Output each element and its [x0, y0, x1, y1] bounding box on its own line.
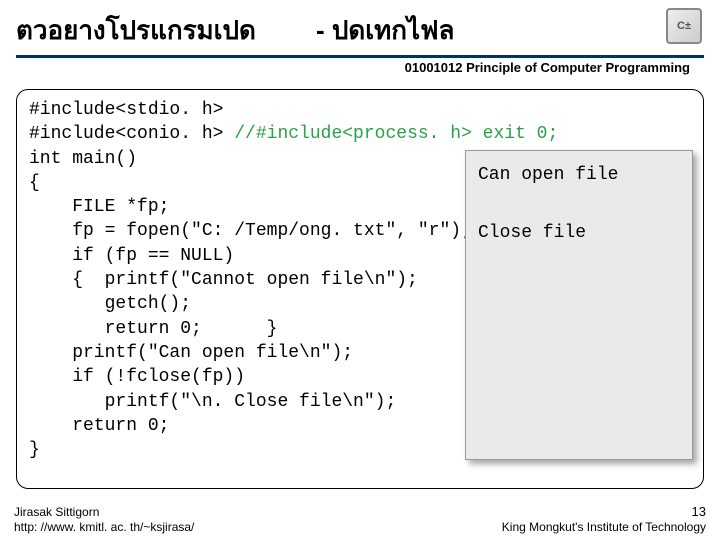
logo-text: C± — [677, 20, 691, 32]
code-text: #include<conio. h> — [29, 124, 234, 144]
code-comment: //#include<process. h> exit 0; — [234, 124, 558, 144]
slide-footer: Jirasak Sittigorn http: //www. kmitl. ac… — [0, 504, 720, 536]
output-box: Can open file Close file — [465, 150, 693, 460]
author-name: Jirasak Sittigorn — [14, 505, 194, 521]
logo-icon: C± — [666, 8, 702, 44]
title-right: - ปดเทกไฟล — [316, 10, 454, 51]
title-left: ตวอยางโปรแกรมเปด — [16, 10, 256, 51]
slide-header: ตวอยางโปรแกรมเปด - ปดเทกไฟล C± 01001012 … — [0, 0, 720, 77]
output-line: Can open file — [478, 161, 680, 190]
footer-left: Jirasak Sittigorn http: //www. kmitl. ac… — [14, 505, 194, 536]
output-line: Close file — [478, 219, 680, 248]
title-row: ตวอยางโปรแกรมเปด - ปดเทกไฟล — [16, 10, 704, 51]
author-url: http: //www. kmitl. ac. th/~ksjirasa/ — [14, 520, 194, 536]
course-code: 01001012 Principle of Computer Programmi… — [16, 58, 704, 75]
code-box: #include<stdio. h> #include<conio. h> //… — [16, 89, 704, 489]
footer-right: 13 King Mongkut's Institute of Technolog… — [502, 504, 706, 536]
code-line: #include<conio. h> //#include<process. h… — [29, 122, 691, 146]
code-line: #include<stdio. h> — [29, 98, 691, 122]
page-number: 13 — [502, 504, 706, 521]
institute-name: King Mongkut's Institute of Technology — [502, 520, 706, 536]
